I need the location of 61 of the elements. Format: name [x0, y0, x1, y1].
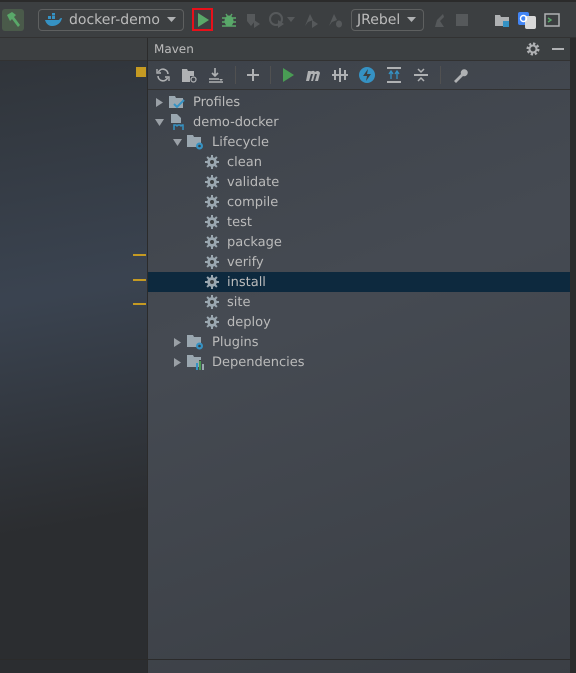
collapsed-arrow-icon[interactable] — [172, 338, 182, 346]
gear-icon — [205, 175, 219, 189]
gear-icon — [205, 195, 219, 209]
tree-row[interactable]: package — [148, 232, 570, 252]
run-icon — [196, 12, 210, 28]
collapse-all-icon[interactable] — [413, 67, 429, 83]
warning-marker[interactable] — [133, 254, 146, 256]
warning-marker[interactable] — [133, 279, 146, 281]
tree-row[interactable]: test — [148, 212, 570, 232]
tree-row[interactable]: Lifecycle — [148, 132, 570, 152]
warning-marker[interactable] — [133, 303, 146, 305]
caret-icon — [167, 16, 176, 22]
tree-row[interactable]: site — [148, 292, 570, 312]
tree-row[interactable]: Dependencies — [148, 352, 570, 372]
run-button[interactable] — [192, 8, 213, 31]
run-configuration-dropdown[interactable]: docker-demo — [38, 8, 184, 30]
jrebel-dropdown[interactable]: JRebel — [351, 8, 424, 30]
gear-icon — [205, 215, 219, 229]
maven-module-icon — [169, 114, 185, 130]
translate-icon[interactable] — [518, 10, 536, 28]
download-icon[interactable] — [208, 67, 224, 83]
tree-row[interactable]: validate — [148, 172, 570, 192]
expanded-arrow-icon[interactable] — [154, 118, 164, 126]
tree-row[interactable]: Plugins — [148, 332, 570, 352]
plus-icon[interactable] — [247, 69, 259, 81]
caret-icon — [407, 16, 416, 22]
folder-gear-icon — [187, 134, 204, 150]
run-icon[interactable] — [282, 68, 294, 82]
folder-gear-icon — [187, 334, 204, 350]
tree-row[interactable]: demo-docker — [148, 112, 570, 132]
expanded-arrow-icon[interactable] — [172, 138, 182, 146]
collapsed-arrow-icon[interactable] — [172, 358, 182, 366]
tree-row[interactable]: Profiles — [148, 92, 570, 112]
maven-m-icon[interactable] — [305, 69, 321, 81]
folder-check-icon — [169, 95, 185, 109]
tree-row[interactable]: verify — [148, 252, 570, 272]
gear-icon — [205, 315, 219, 329]
terminal-icon[interactable] — [544, 12, 560, 26]
bug-icon[interactable] — [221, 12, 237, 28]
gear-icon — [205, 155, 219, 169]
tree-row[interactable]: install — [148, 272, 570, 292]
hammer-icon[interactable] — [2, 8, 24, 30]
tree-row[interactable]: deploy — [148, 312, 570, 332]
wrench-icon[interactable] — [452, 67, 468, 83]
folder-bar-chart-icon — [187, 354, 204, 370]
expand-all-icon[interactable] — [386, 67, 402, 83]
gear-icon — [205, 295, 219, 309]
lightning-icon[interactable] — [359, 67, 375, 83]
whale-icon — [44, 12, 62, 26]
panel-title: Maven — [154, 42, 195, 56]
gear-icon — [205, 275, 219, 289]
gear-icon — [205, 255, 219, 269]
tree-row[interactable]: clean — [148, 152, 570, 172]
refresh-icon[interactable] — [156, 68, 170, 82]
gear-icon — [205, 235, 219, 249]
collapsed-arrow-icon[interactable] — [154, 98, 164, 106]
warning-marker[interactable] — [136, 67, 146, 77]
folder-refresh-icon[interactable] — [181, 67, 197, 83]
settings-icon[interactable] — [526, 42, 540, 56]
tree-row[interactable]: compile — [148, 192, 570, 212]
skip-tests-icon[interactable] — [332, 68, 348, 82]
